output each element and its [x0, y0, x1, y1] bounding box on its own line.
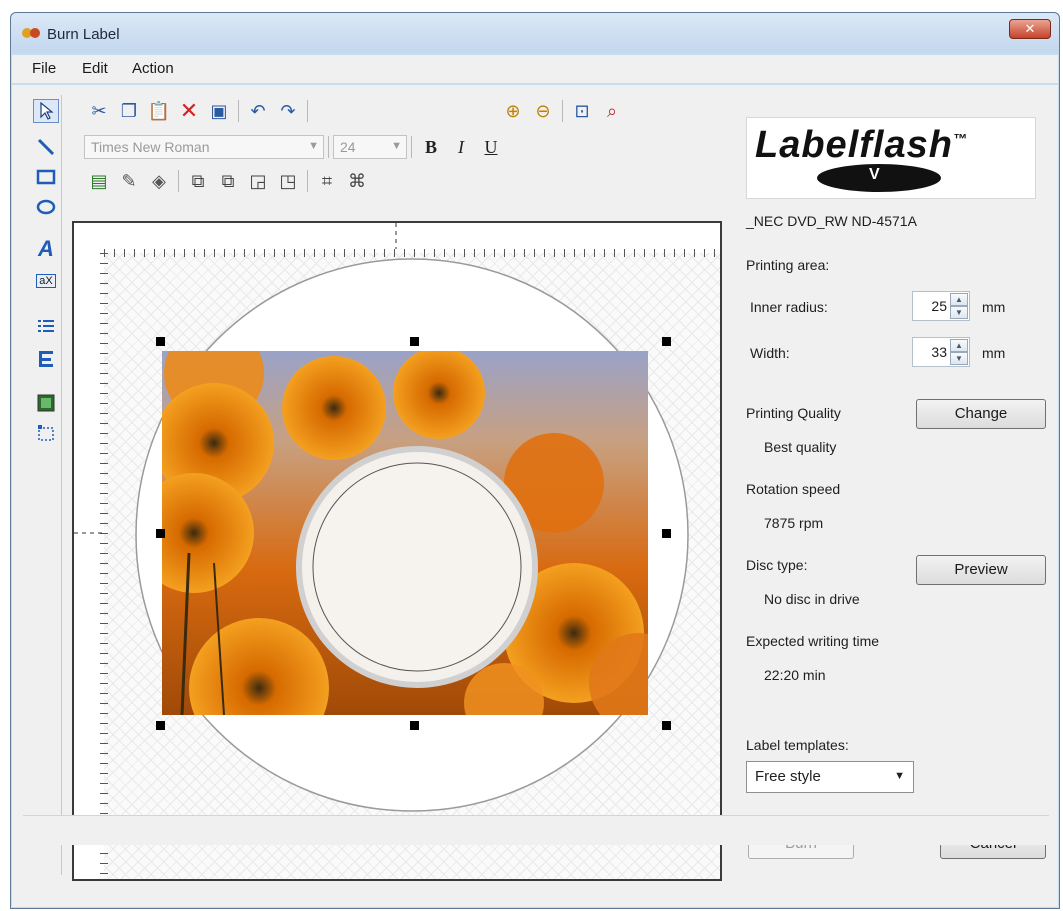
disc-type-label: Disc type: — [746, 557, 808, 573]
inner-radius-stepper[interactable]: 25 ▲ ▼ — [912, 291, 970, 321]
bring-to-front-icon[interactable]: ⧉ — [183, 167, 213, 195]
label-canvas[interactable] — [72, 221, 722, 881]
logo-mark: V — [869, 166, 880, 183]
toolbar-separator — [328, 136, 329, 158]
title-bar: Burn Label ✕ — [11, 13, 1059, 53]
object-toolbar: ▤ ✎ ◈ ⧉ ⧉ ◲ ◳ ⌗ ⌘ — [84, 165, 372, 197]
toolbar-separator — [307, 170, 308, 192]
toolbar-separator — [562, 100, 563, 122]
delete-icon[interactable]: ✕ — [174, 97, 204, 125]
toolbar-separator — [238, 100, 239, 122]
rectangle-tool-icon[interactable] — [33, 165, 59, 189]
zoom-in-icon[interactable]: ⊕ — [498, 97, 528, 125]
logo-text: Labelflash™ — [755, 124, 968, 166]
spin-down-icon[interactable]: ▼ — [950, 352, 968, 365]
disc-type-value: No disc in drive — [764, 591, 860, 607]
text-box-tool-icon[interactable]: aX — [33, 269, 59, 293]
printing-quality-label: Printing Quality — [746, 405, 841, 421]
app-icon — [22, 28, 40, 38]
menu-edit[interactable]: Edit — [82, 60, 108, 77]
redo-icon[interactable]: ↷ — [273, 97, 303, 125]
ellipse-tool-icon[interactable] — [33, 195, 59, 219]
labelflash-logo: Labelflash™ V — [746, 117, 1036, 199]
pen-icon[interactable]: ✎ — [114, 167, 144, 195]
font-size-value: 24 — [340, 139, 356, 155]
inner-radius-circle — [312, 462, 522, 672]
font-size-select[interactable]: 24 ▼ — [333, 135, 407, 159]
fill-bucket-icon[interactable]: ◈ — [144, 167, 174, 195]
toolbar-separator — [411, 136, 412, 158]
printing-quality-value: Best quality — [764, 439, 837, 455]
menu-bar: File Edit Action — [12, 55, 1058, 83]
width-label: Width: — [750, 345, 790, 361]
inner-radius-label: Inner radius: — [750, 299, 828, 315]
zoom-out-icon[interactable]: ⊖ — [528, 97, 558, 125]
disc-preview — [74, 223, 689, 812]
burn-settings-panel: Labelflash™ V _NEC DVD_RW ND-4571A Print… — [726, 105, 1060, 885]
frame-tool-icon[interactable] — [33, 421, 59, 445]
writing-time-label: Expected writing time — [746, 633, 880, 649]
print-preview-icon[interactable]: ⌕ — [597, 97, 627, 125]
width-stepper[interactable]: 33 ▲ ▼ — [912, 337, 970, 367]
group-icon[interactable]: ⌗ — [312, 167, 342, 195]
label-template-value: Free style — [755, 768, 821, 785]
ungroup-icon[interactable]: ⌘ — [342, 167, 372, 195]
toolbar-separator — [307, 100, 308, 122]
status-bar — [23, 815, 1049, 845]
fit-page-icon[interactable]: ⊡ — [567, 97, 597, 125]
rotation-speed-value: 7875 rpm — [764, 515, 824, 531]
image-tool-icon[interactable] — [33, 391, 59, 415]
underline-button[interactable]: U — [476, 133, 506, 161]
window-title: Burn Label — [47, 26, 120, 43]
line-tool-icon[interactable] — [33, 135, 59, 159]
inner-radius-unit: mm — [982, 299, 1006, 315]
copy-icon[interactable]: ❐ — [114, 97, 144, 125]
drawing-tools: A aX — [30, 95, 62, 875]
bring-forward-icon[interactable]: ◲ — [243, 167, 273, 195]
label-templates-select[interactable]: Free style ▼ — [746, 761, 914, 793]
chevron-down-icon: ▼ — [308, 140, 319, 152]
width-value: 33 — [931, 344, 947, 360]
cut-icon[interactable]: ✂ — [84, 97, 114, 125]
tree-tool-icon[interactable] — [33, 347, 59, 371]
edit-toolbar: ✂ ❐ 📋 ✕ ▣ ↶ ↷ ⊕ ⊖ ⊡ ⌕ — [84, 95, 627, 127]
spin-up-icon[interactable]: ▲ — [950, 339, 968, 352]
printing-area-label: Printing area: — [746, 257, 830, 273]
duplicate-icon[interactable]: ▣ — [204, 97, 234, 125]
send-to-back-icon[interactable]: ⧉ — [213, 167, 243, 195]
undo-icon[interactable]: ↶ — [243, 97, 273, 125]
writing-time-value: 22:20 min — [764, 667, 826, 683]
burn-label-window: Burn Label ✕ File Edit Action A aX ✂ ❐ 📋… — [10, 12, 1060, 909]
chevron-down-icon: ▼ — [894, 770, 905, 782]
bold-button[interactable]: B — [416, 133, 446, 161]
dialog-client: A aX ✂ ❐ 📋 ✕ ▣ ↶ ↷ ⊕ ⊖ ⊡ ⌕ Times New Rom… — [12, 85, 1058, 907]
width-unit: mm — [982, 345, 1006, 361]
format-toolbar: Times New Roman ▼ 24 ▼ B I U — [84, 131, 506, 163]
spin-down-icon[interactable]: ▼ — [950, 306, 968, 319]
pointer-tool-icon[interactable] — [33, 99, 59, 123]
drive-name: _NEC DVD_RW ND-4571A — [746, 213, 917, 229]
image-edit-icon[interactable]: ▤ — [84, 167, 114, 195]
change-button[interactable]: Change — [916, 399, 1046, 429]
font-name-value: Times New Roman — [91, 139, 210, 155]
text-tool-icon[interactable]: A — [33, 236, 59, 261]
inner-radius-value: 25 — [931, 298, 947, 314]
preview-button[interactable]: Preview — [916, 555, 1046, 585]
menu-file[interactable]: File — [32, 60, 56, 77]
list-tool-icon[interactable] — [33, 315, 59, 339]
paste-icon[interactable]: 📋 — [144, 97, 174, 125]
rotation-speed-label: Rotation speed — [746, 481, 841, 497]
chevron-down-icon: ▼ — [391, 140, 402, 152]
italic-button[interactable]: I — [446, 133, 476, 161]
toolbar-separator — [178, 170, 179, 192]
label-templates-label: Label templates: — [746, 737, 849, 753]
spin-up-icon[interactable]: ▲ — [950, 293, 968, 306]
font-name-select[interactable]: Times New Roman ▼ — [84, 135, 324, 159]
menu-action[interactable]: Action — [132, 60, 174, 77]
send-backward-icon[interactable]: ◳ — [273, 167, 303, 195]
close-button[interactable]: ✕ — [1009, 19, 1051, 39]
